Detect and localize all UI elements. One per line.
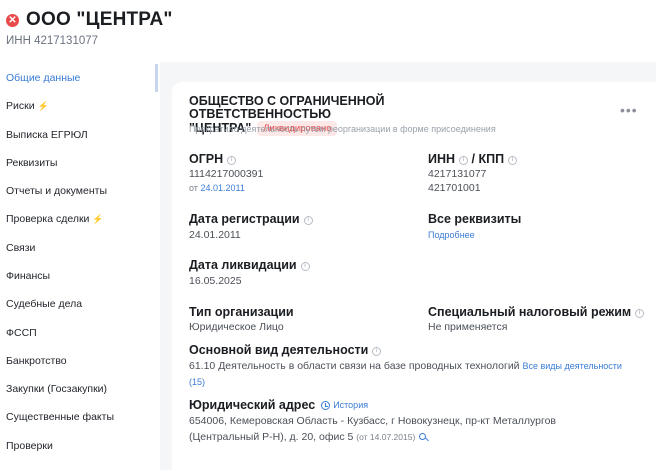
- org-type-value: Юридическое Лицо: [189, 321, 284, 333]
- liq-date-label: Дата ликвидации i: [189, 258, 310, 272]
- sidebar-item-label: Существенные факты: [6, 411, 114, 423]
- sidebar-item-label: Выписка ЕГРЮЛ: [6, 129, 88, 141]
- sidebar-item-label: Проверка сделки: [6, 213, 90, 225]
- info-icon[interactable]: i: [459, 156, 469, 165]
- sidebar-item-label: Связи: [6, 242, 36, 254]
- active-indicator: [155, 64, 158, 92]
- all-requisites-label: Все реквизиты: [428, 212, 522, 226]
- sidebar-item-procurement[interactable]: Закупки (Госзакупки): [0, 375, 158, 403]
- bolt-icon: ⚡: [37, 101, 49, 111]
- sidebar-item-court-cases[interactable]: Судебные дела: [0, 290, 158, 318]
- all-activities-link[interactable]: Все виды деятельности: [522, 361, 621, 371]
- ogrn-date: от 24.01.2011: [189, 183, 245, 193]
- tax-regime-label-text: Специальный налоговый режим: [428, 305, 632, 319]
- org-type-label: Тип организации: [189, 305, 294, 319]
- sidebar-item-label: Проверки: [6, 440, 53, 452]
- liq-date-value: 16.05.2025: [189, 275, 242, 287]
- address-since: (от 14.07.2015): [356, 432, 416, 442]
- sidebar-item-label: Финансы: [6, 270, 51, 282]
- x-icon: ✕: [6, 13, 19, 27]
- sidebar-item-label: Отчеты и документы: [6, 185, 108, 197]
- reg-date-label-text: Дата регистрации: [189, 212, 300, 226]
- info-icon[interactable]: i: [635, 309, 645, 318]
- sidebar-item-bankruptcy[interactable]: Банкротство: [0, 347, 158, 375]
- address-line1: 654006, Кемеровская Область - Кузбасс, г…: [189, 415, 557, 427]
- sidebar-item-risks[interactable]: Риски ⚡: [0, 92, 158, 120]
- info-icon[interactable]: i: [303, 216, 313, 225]
- sidebar-item-label: Банкротство: [6, 355, 67, 367]
- activities-count[interactable]: (15): [189, 377, 205, 387]
- address-label-text: Юридический адрес: [189, 398, 316, 412]
- sidebar-item-label: ФССП: [6, 327, 37, 339]
- sidebar: Общие данные Риски ⚡ Выписка ЕГРЮЛ Рекви…: [0, 62, 160, 470]
- info-icon[interactable]: i: [227, 156, 237, 165]
- bolt-icon: ⚡: [92, 214, 104, 224]
- info-icon[interactable]: i: [508, 156, 518, 165]
- full-name-line1: ОБЩЕСТВО С ОГРАНИЧЕННОЙ ОТВЕТСТВЕННОСТЬЮ: [189, 94, 385, 121]
- sidebar-item-reports[interactable]: Отчеты и документы: [0, 177, 158, 205]
- sidebar-item-deal-check[interactable]: Проверка сделки ⚡: [0, 205, 158, 233]
- general-info-card: ••• ОБЩЕСТВО С ОГРАНИЧЕННОЙ ОТВЕТСТВЕННО…: [172, 82, 656, 470]
- ogrn-value: 1114217000391: [189, 168, 264, 180]
- info-icon[interactable]: i: [300, 262, 310, 271]
- info-icon[interactable]: i: [372, 347, 382, 356]
- title-row: ✕ ООО "ЦЕНТРА": [6, 9, 173, 31]
- kpp-label-text: / КПП: [471, 152, 505, 166]
- address-label: Юридический адрес История: [189, 398, 368, 412]
- sidebar-item-material-facts[interactable]: Существенные факты: [0, 403, 158, 431]
- search-icon[interactable]: [419, 433, 427, 440]
- tax-regime-value: Не применяется: [428, 321, 508, 333]
- address-line2-text: (Центральный Р-Н), д. 20, офис 5: [189, 431, 354, 443]
- ogrn-date-link[interactable]: 24.01.2011: [200, 183, 244, 193]
- activity-text: 61.10 Деятельность в области связи на ба…: [189, 360, 520, 372]
- inn-kpp-label: ИНН i / КПП i: [428, 152, 518, 166]
- page-title: ООО "ЦЕНТРА": [26, 9, 173, 30]
- sidebar-item-requisites[interactable]: Реквизиты: [0, 149, 158, 177]
- clock-icon[interactable]: [321, 401, 331, 410]
- sidebar-item-label: Риски: [6, 100, 35, 112]
- more-options-icon[interactable]: •••: [620, 102, 638, 118]
- company-header: ✕ ООО "ЦЕНТРА" ИНН 4217131077: [0, 0, 656, 62]
- ogrn-label: ОГРН i: [189, 152, 237, 166]
- liq-date-label-text: Дата ликвидации: [189, 258, 297, 272]
- sidebar-item-label: Судебные дела: [6, 298, 83, 310]
- sidebar-item-label: Закупки (Госзакупки): [6, 383, 108, 395]
- sidebar-item-label: Общие данные: [6, 72, 81, 84]
- ogrn-label-text: ОГРН: [189, 152, 224, 166]
- address-line2: (Центральный Р-Н), д. 20, офис 5 (от 14.…: [189, 431, 427, 443]
- ogrn-date-prefix: от: [189, 183, 198, 193]
- sidebar-item-inspections[interactable]: Проверки: [0, 432, 158, 460]
- inn-label-text: ИНН: [428, 152, 456, 166]
- sidebar-item-links[interactable]: Связи: [0, 234, 158, 262]
- header-inn: ИНН 4217131077: [6, 35, 99, 47]
- activity-label-text: Основной вид деятельности: [189, 343, 369, 357]
- sidebar-item-finance[interactable]: Финансы: [0, 262, 158, 290]
- sidebar-item-general[interactable]: Общие данные: [0, 64, 158, 92]
- sidebar-item-fssp[interactable]: ФССП: [0, 319, 158, 347]
- inn-value: 4217131077: [428, 168, 487, 180]
- address-history-link[interactable]: История: [333, 400, 368, 410]
- reg-date-value: 24.01.2011: [189, 229, 241, 241]
- activity-value: 61.10 Деятельность в области связи на ба…: [189, 360, 622, 372]
- sidebar-item-egrul[interactable]: Выписка ЕГРЮЛ: [0, 121, 158, 149]
- kpp-value: 421701001: [428, 182, 481, 194]
- reg-date-label: Дата регистрации i: [189, 212, 313, 226]
- requisites-details-link[interactable]: Подробнее: [428, 230, 475, 240]
- tax-regime-label: Специальный налоговый режим i: [428, 305, 645, 319]
- sidebar-item-label: Реквизиты: [6, 157, 58, 169]
- activity-label: Основной вид деятельности i: [189, 343, 382, 357]
- termination-reason: Прекратило деятельность путем реорганиза…: [189, 124, 496, 134]
